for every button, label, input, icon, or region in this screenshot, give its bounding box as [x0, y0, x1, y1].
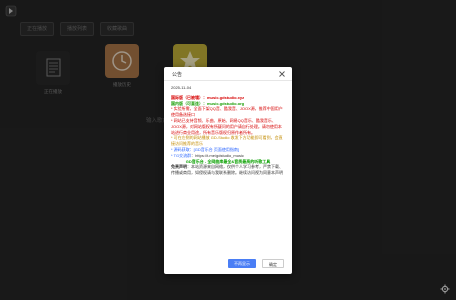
tg-url[interactable]: ：https://t.me/gdstudio_music	[191, 153, 244, 158]
notice-text: * 网站已支持音频、乐曲、原始、网易QQ音乐、酷我音乐、JOOX源，对网站版权有…	[171, 117, 282, 135]
disclaimer-text: ：本站资源来自网络，仅供个人学习参考，严禁下载、传播或商用，如侵权请与我联系删除…	[171, 164, 283, 176]
confirm-button[interactable]: 确定	[262, 259, 284, 268]
notice-text: * 实验所需，全面下架QQ音、酷我音、JOOX源，推荐中国用户使用备选接口	[171, 106, 283, 118]
cn-label: 国内版（可直连）	[171, 100, 203, 106]
dont-show-again-button[interactable]: 不再显示	[228, 259, 256, 268]
cn-url[interactable]: ：music.gdstudio.org	[203, 101, 244, 106]
intl-label: 国际版（已被墙）	[171, 94, 203, 100]
close-icon[interactable]	[278, 70, 286, 78]
announcement-dialog: 公告 2025-11-04 国际版（已被墙）：music.gdstudio.xy…	[164, 67, 292, 274]
disclaimer-label: 免责声明	[171, 164, 187, 170]
gear-icon[interactable]	[440, 284, 450, 294]
dialog-title: 公告	[172, 72, 183, 78]
intl-url[interactable]: ：music.gdstudio.xyz	[203, 95, 244, 100]
notice-text: * 可在左侧的网站播放 GD-Studio 收发下方功能即可看到，会直接访问推荐…	[171, 135, 283, 147]
dialog-footer: 不再显示 确定	[228, 259, 284, 268]
tg-label: * TG交流群	[171, 152, 192, 158]
dialog-header: 公告	[164, 67, 292, 81]
dialog-body: 2025-11-04 国际版（已被墙）：music.gdstudio.xyz 国…	[164, 81, 292, 176]
